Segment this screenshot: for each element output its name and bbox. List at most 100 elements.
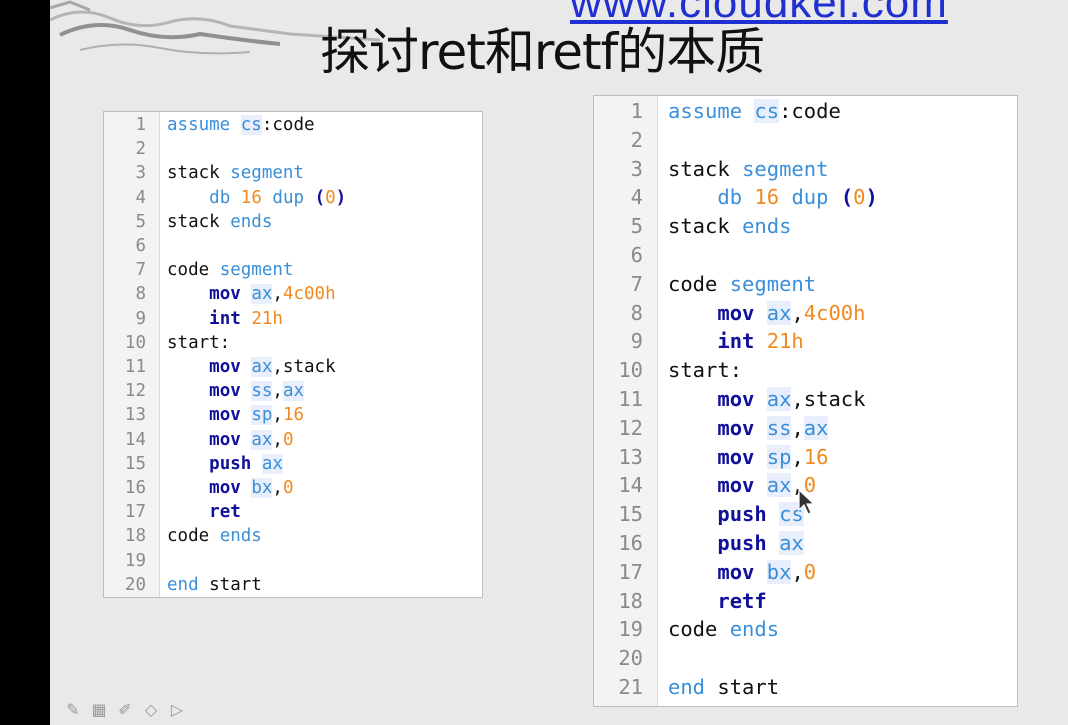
code-line: 9 int 21h bbox=[104, 307, 282, 331]
code-line: 18 code ends bbox=[104, 524, 262, 548]
code-token: code bbox=[167, 526, 220, 547]
code-token: 0 bbox=[325, 187, 336, 208]
code-token: ss bbox=[251, 381, 273, 402]
line-number: 12 bbox=[124, 381, 146, 402]
code-token: 4c00h bbox=[803, 300, 866, 325]
code-text: mov sp,16 bbox=[167, 403, 304, 427]
code-token: :code bbox=[779, 99, 841, 123]
code-line: 6 bbox=[104, 234, 167, 258]
code-line: 20 bbox=[594, 644, 668, 673]
code-line: 3 stack segment bbox=[594, 155, 829, 184]
code-token: , bbox=[791, 444, 804, 469]
code-token: , bbox=[791, 559, 804, 584]
code-line: 16 push ax bbox=[594, 529, 804, 558]
code-text: stack segment bbox=[668, 155, 828, 184]
code-line: 17 mov bx,0 bbox=[594, 558, 816, 587]
code-text: start: bbox=[668, 356, 742, 385]
code-token: 0 bbox=[803, 559, 817, 584]
code-text: code ends bbox=[668, 615, 779, 644]
code-token: end bbox=[668, 675, 706, 699]
line-number: 9 bbox=[630, 329, 643, 354]
pen-icon[interactable]: ✎ bbox=[62, 700, 84, 720]
code-line: 7 code segment bbox=[104, 258, 293, 282]
code-token: ss bbox=[766, 415, 792, 440]
code-token: sp bbox=[766, 444, 792, 469]
line-number: 6 bbox=[135, 236, 146, 256]
code-text: end start bbox=[668, 673, 779, 702]
code-token: , bbox=[272, 405, 283, 426]
eraser-icon[interactable]: ◇ bbox=[140, 700, 162, 720]
code-token: dup bbox=[791, 185, 829, 210]
code-text: mov ax,4c00h bbox=[167, 282, 336, 306]
code-text: mov ax,stack bbox=[668, 385, 866, 414]
code-token: retf bbox=[717, 588, 767, 613]
code-line: 2 bbox=[594, 126, 668, 155]
code-token: , bbox=[272, 429, 283, 450]
code-line: 7 code segment bbox=[594, 270, 816, 299]
code-token: mov bbox=[209, 478, 241, 498]
code-text: mov ss,ax bbox=[167, 379, 305, 403]
line-number: 13 bbox=[124, 405, 146, 426]
code-text: stack segment bbox=[167, 161, 304, 185]
code-token: , bbox=[272, 478, 283, 498]
code-line: 16 mov bx,0 bbox=[104, 476, 293, 500]
highlighter-icon[interactable]: ✐ bbox=[114, 700, 136, 720]
line-number: 5 bbox=[630, 214, 643, 239]
code-text: code ends bbox=[167, 524, 262, 548]
code-token: start bbox=[705, 675, 780, 699]
code-token: ax bbox=[803, 415, 829, 440]
code-token: , bbox=[272, 381, 283, 402]
code-line: 15 push ax bbox=[104, 452, 283, 476]
code-text: push cs bbox=[668, 500, 804, 529]
line-number: 15 bbox=[618, 502, 643, 527]
line-number: 7 bbox=[135, 260, 146, 281]
slide: www.cloudkei.com 探讨ret和retf的本质 1 assume c… bbox=[50, 0, 1068, 725]
code-token: mov bbox=[209, 429, 241, 450]
code-line: 19 bbox=[104, 549, 167, 573]
code-panel-ret: 1 assume cs:code 2 3 stack segment 4 db 16 du… bbox=[103, 111, 483, 598]
code-token: db bbox=[717, 185, 743, 210]
code-line: 13 mov sp,16 bbox=[594, 443, 828, 472]
code-token: 16 bbox=[240, 187, 262, 208]
line-number: 10 bbox=[124, 332, 146, 353]
line-number: 19 bbox=[618, 617, 643, 642]
grid-icon[interactable]: ▦ bbox=[88, 700, 110, 720]
line-number: 18 bbox=[618, 588, 643, 613]
code-line: 12 mov ss,ax bbox=[104, 379, 305, 403]
line-number: 18 bbox=[124, 526, 146, 547]
line-number: 8 bbox=[630, 300, 643, 325]
code-text: code segment bbox=[668, 270, 816, 299]
code-line: 6 bbox=[594, 241, 668, 270]
code-token: , bbox=[791, 300, 804, 325]
code-line: 5 stack ends bbox=[104, 210, 272, 234]
line-number: 3 bbox=[630, 156, 643, 181]
pointer-icon[interactable]: ▷ bbox=[166, 700, 188, 720]
code-token: push bbox=[209, 453, 252, 474]
code-text: code segment bbox=[167, 258, 293, 282]
slide-title: 探讨ret和retf的本质 bbox=[320, 23, 765, 81]
line-number: 16 bbox=[618, 531, 643, 555]
code-token: ends bbox=[219, 526, 262, 547]
code-token: cs bbox=[754, 99, 780, 123]
code-line: 4 db 16 dup (0) bbox=[104, 186, 346, 210]
code-token: , bbox=[272, 284, 283, 305]
code-text: start: bbox=[167, 331, 230, 355]
